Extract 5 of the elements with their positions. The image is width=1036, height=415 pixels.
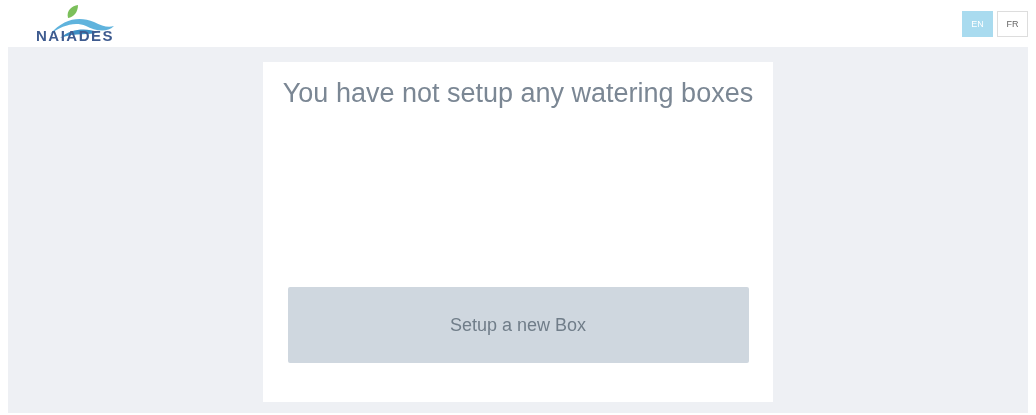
logo-text: NAIADES xyxy=(36,26,114,44)
language-button[interactable]: EN xyxy=(962,10,993,37)
empty-message: You have not setup any watering boxes xyxy=(282,78,754,109)
language-button[interactable]: FR xyxy=(997,10,1028,37)
setup-box-button[interactable]: Setup a new Box xyxy=(287,287,749,363)
